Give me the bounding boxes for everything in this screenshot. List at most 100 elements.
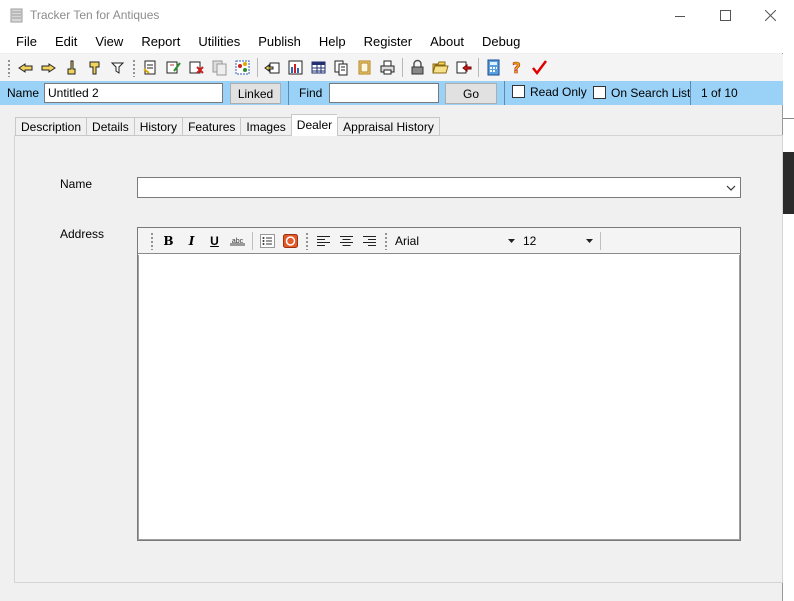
align-right-button[interactable] (358, 231, 381, 251)
menu-view[interactable]: View (86, 31, 132, 53)
tab-features[interactable]: Features (182, 117, 241, 136)
delete-record-button[interactable] (185, 57, 208, 79)
tab-details[interactable]: Details (86, 117, 134, 136)
sort-icon (235, 60, 250, 75)
help-button[interactable]: ? (505, 57, 528, 79)
sort-button[interactable] (231, 57, 254, 79)
tab-dealer[interactable]: Dealer (290, 114, 338, 136)
menu-bar: File Edit View Report Utilities Publish … (0, 31, 783, 53)
filter-button[interactable] (106, 57, 129, 79)
export-icon (456, 61, 472, 74)
table-view-button[interactable] (307, 57, 330, 79)
editor-toolbar-grip[interactable] (384, 231, 388, 250)
name-label: Name (7, 86, 40, 100)
record-name-input[interactable] (44, 83, 223, 103)
edit-record-button[interactable] (162, 57, 185, 79)
menu-file[interactable]: File (7, 31, 46, 53)
font-family-select[interactable]: Arial (391, 231, 519, 251)
filter-icon (110, 62, 125, 74)
minimize-button[interactable] (657, 0, 703, 31)
bold-button[interactable]: B (157, 231, 180, 251)
numbered-list-icon (283, 233, 298, 248)
menu-about[interactable]: About (421, 31, 473, 53)
title-bar: Tracker Ten for Antiques (0, 0, 783, 31)
chart-button[interactable] (284, 57, 307, 79)
editor-separator (600, 231, 601, 250)
bar-separator (288, 81, 289, 105)
strikethrough-button[interactable]: abc (226, 231, 249, 251)
tab-strip: Description Details History Features Ima… (15, 114, 440, 136)
numbered-list-button[interactable] (279, 231, 302, 251)
image-button[interactable] (353, 57, 376, 79)
next-record-button[interactable] (60, 57, 83, 79)
new-record-button[interactable] (139, 57, 162, 79)
help-icon: ? (512, 59, 521, 76)
search-list-checkbox[interactable] (593, 86, 606, 99)
calculator-icon (487, 59, 500, 76)
menu-publish[interactable]: Publish (249, 31, 310, 53)
tab-description[interactable]: Description (15, 117, 87, 136)
tab-appraisal-history[interactable]: Appraisal History (337, 117, 440, 136)
background-window-line (783, 118, 794, 119)
go-button[interactable]: Go (445, 83, 497, 104)
menu-debug[interactable]: Debug (473, 31, 529, 53)
tab-history[interactable]: History (133, 117, 183, 136)
app-icon (10, 8, 23, 23)
menu-edit[interactable]: Edit (46, 31, 86, 53)
print-icon (380, 60, 395, 75)
find-input[interactable] (329, 83, 439, 103)
svg-text:abc: abc (232, 238, 244, 245)
image-icon (358, 60, 371, 75)
link-button[interactable] (261, 57, 284, 79)
linked-button[interactable]: Linked (230, 83, 281, 104)
open-folder-button[interactable] (429, 57, 452, 79)
menu-utilities[interactable]: Utilities (189, 31, 249, 53)
maximize-icon (719, 10, 731, 21)
calculator-button[interactable] (482, 57, 505, 79)
toolbar-grip[interactable] (132, 58, 136, 77)
font-size-select[interactable]: 12 (519, 231, 597, 251)
dealer-name-combobox[interactable] (137, 177, 741, 198)
align-center-button[interactable] (335, 231, 358, 251)
strikethrough-icon: abc (230, 238, 245, 246)
link-icon (264, 62, 280, 74)
svg-text:?: ? (512, 59, 521, 76)
print-button[interactable] (376, 57, 399, 79)
toolbar-grip[interactable] (7, 58, 11, 77)
tab-images[interactable]: Images (240, 117, 291, 136)
menu-register[interactable]: Register (355, 31, 421, 53)
lock-button[interactable] (406, 57, 429, 79)
maximize-button[interactable] (702, 0, 748, 31)
editor-toolbar-grip[interactable] (305, 231, 309, 250)
app-window: Tracker Ten for Antiques File Edit View … (0, 0, 783, 601)
align-center-icon (340, 235, 353, 246)
align-right-icon (363, 235, 376, 246)
background-window-dark-area (783, 152, 794, 214)
address-rich-text-editor: B I U abc Arial 12 (137, 227, 741, 541)
toolbar-separator (402, 58, 403, 77)
align-left-button[interactable] (312, 231, 335, 251)
address-text-area[interactable] (138, 255, 740, 540)
toolbar-separator (257, 58, 258, 77)
menu-report[interactable]: Report (132, 31, 189, 53)
read-only-checkbox[interactable] (512, 85, 525, 98)
menu-help[interactable]: Help (310, 31, 355, 53)
open-folder-icon (432, 61, 449, 74)
pages-button[interactable] (330, 57, 353, 79)
export-button[interactable] (452, 57, 475, 79)
first-record-button[interactable] (14, 57, 37, 79)
last-record-button[interactable] (83, 57, 106, 79)
duplicate-record-icon (212, 60, 227, 76)
duplicate-record-button[interactable] (208, 57, 231, 79)
edit-record-icon (166, 61, 181, 74)
bullet-list-button[interactable] (256, 231, 279, 251)
pages-icon (334, 60, 348, 76)
underline-button[interactable]: U (203, 231, 226, 251)
italic-button[interactable]: I (180, 231, 203, 251)
confirm-button[interactable] (528, 57, 551, 79)
bar-separator (690, 81, 691, 105)
editor-toolbar-grip[interactable] (150, 231, 154, 250)
background-window-edge (783, 0, 794, 601)
previous-record-button[interactable] (37, 57, 60, 79)
align-left-icon (317, 235, 330, 246)
